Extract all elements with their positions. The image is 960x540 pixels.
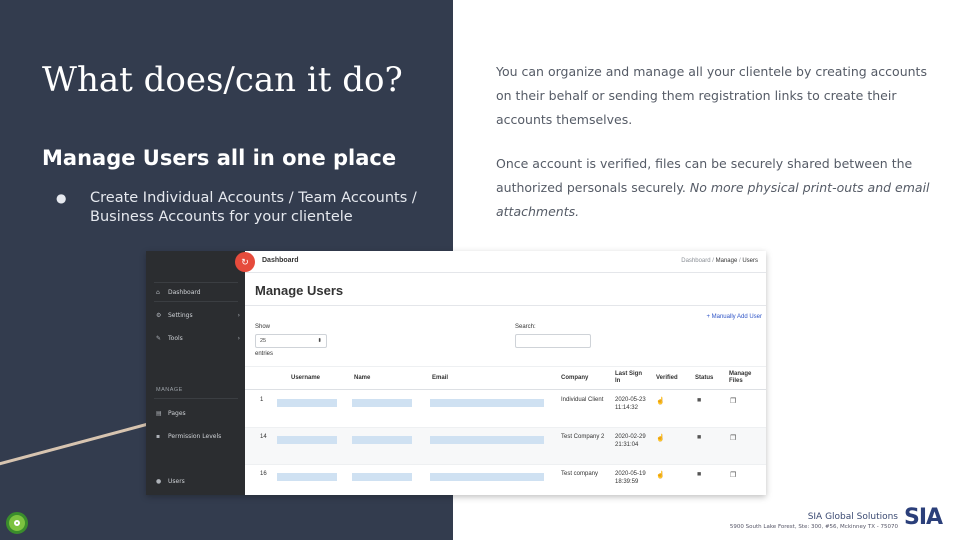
footer-company: SIA Global Solutions [807,512,898,522]
select-caret-icon: ⬍ [317,338,322,344]
column-verified[interactable]: Verified [656,375,678,382]
name-redacted [352,399,412,407]
paragraph-2: Once account is verified, files can be s… [496,152,936,224]
sidebar-item-tools[interactable]: ✎ Tools › [156,335,240,342]
user-icon: ● [156,478,162,485]
footer: SIA Global Solutions 5900 South Lake For… [730,512,898,530]
column-manage-files[interactable]: Manage Files [729,371,761,385]
slide-title: What does/can it do? [42,60,403,100]
paragraph-1: You can organize and manage all your cli… [496,64,927,127]
show-label: Show [255,324,271,330]
column-name[interactable]: Name [354,375,370,382]
bullet-dot-icon: ● [56,191,67,205]
sidebar-item-settings[interactable]: ⚙ Settings › [156,312,240,319]
thumbs-up-icon[interactable]: ☝ [656,397,665,405]
corner-logo-icon [6,512,28,534]
search-input[interactable] [515,334,591,348]
description-text: You can organize and manage all your cli… [496,60,936,244]
table-header: Username Name Email Company Last Sign In… [245,366,766,390]
slide-subtitle: Manage Users all in one place [42,146,397,170]
thumbs-up-icon[interactable]: ☝ [656,434,665,442]
app-sidebar: ⌂ Dashboard ⚙ Settings › ✎ Tools › MANAG… [146,251,245,495]
entries-label: entries [255,351,274,357]
column-username[interactable]: Username [291,375,320,382]
email-redacted [430,473,544,481]
sidebar-item-dashboard[interactable]: ⌂ Dashboard [156,289,240,296]
email-redacted [430,399,544,407]
table-row[interactable]: 14 Test Company 2 2020-02-29 21:31:04 ☝ … [245,428,766,465]
sidebar-item-permission-levels[interactable]: ▪ Permission Levels [156,433,240,440]
app-screenshot: ⌂ Dashboard ⚙ Settings › ✎ Tools › MANAG… [146,251,766,495]
bullet-item: ● Create Individual Accounts / Team Acco… [56,189,436,227]
sia-logo-text: SIA [904,505,943,530]
search-label: Search: [515,324,536,330]
app-topbar: Dashboard Dashboard / Manage / Users [245,251,766,273]
bullet-text: Create Individual Accounts / Team Accoun… [90,190,417,225]
files-icon[interactable]: ❐ [730,434,736,442]
breadcrumb-dashboard[interactable]: Dashboard [681,258,710,264]
chevron-right-icon: › [237,312,240,319]
footer-address: 5900 South Lake Forest, Ste: 300, #56, M… [729,524,898,530]
topbar-title: Dashboard [262,257,299,264]
page-title: Manage Users [255,283,344,298]
name-redacted [352,473,412,481]
username-redacted [277,473,337,481]
column-status[interactable]: Status [695,375,713,382]
breadcrumb-manage[interactable]: Manage [716,258,738,264]
add-user-button[interactable]: + Manually Add User [706,314,762,320]
entries-select[interactable]: 25 ⬍ [255,334,327,348]
breadcrumb-users: Users [742,258,758,264]
column-email[interactable]: Email [432,375,448,382]
home-icon: ⌂ [156,289,160,296]
files-icon[interactable]: ❐ [730,471,736,479]
name-redacted [352,436,412,444]
table-row[interactable]: 1 Individual Client 2020-05-23 11:14:32 … [245,391,766,428]
lock-icon: ▪ [156,433,161,440]
email-redacted [430,436,544,444]
files-icon[interactable]: ❐ [730,397,736,405]
table-row[interactable]: 16 Test company 2020-05-19 18:39:59 ☝ ■ … [245,465,766,495]
unlock-icon[interactable]: ■ [697,397,701,404]
username-redacted [277,436,337,444]
sidebar-item-users[interactable]: ● Users [156,478,240,485]
page-icon: ▤ [156,410,162,417]
column-company[interactable]: Company [561,375,588,382]
chevron-right-icon: › [237,335,240,342]
sia-logo: SIA [904,505,954,535]
sidebar-section-label: MANAGE [156,387,183,393]
username-redacted [277,399,337,407]
unlock-icon[interactable]: ■ [697,471,701,478]
unlock-icon[interactable]: ■ [697,434,701,441]
sidebar-item-pages[interactable]: ▤ Pages [156,410,240,417]
column-last-sign-in[interactable]: Last Sign In [615,371,645,385]
gear-icon: ⚙ [156,312,162,319]
wrench-icon: ✎ [156,335,162,342]
thumbs-up-icon[interactable]: ☝ [656,471,665,479]
breadcrumb: Dashboard / Manage / Users [681,258,758,264]
